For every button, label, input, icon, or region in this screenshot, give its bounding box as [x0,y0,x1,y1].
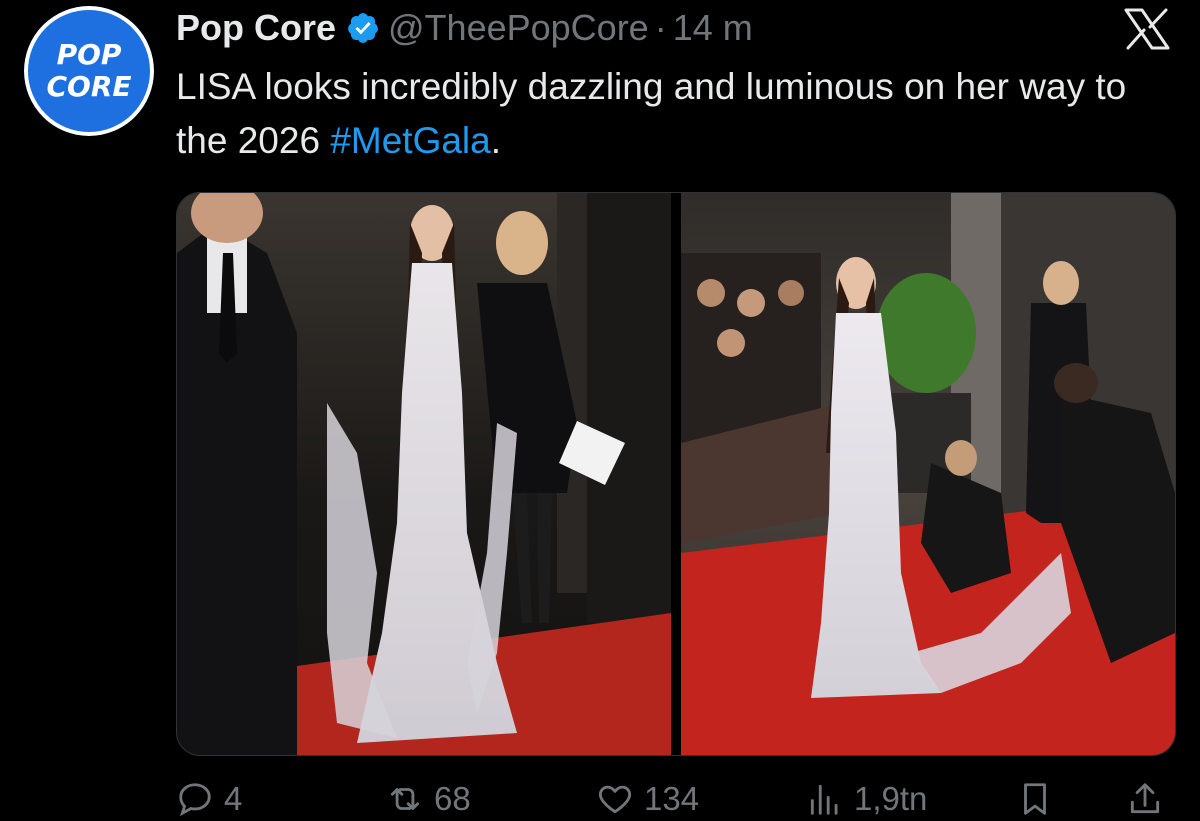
svg-text:CORE: CORE [46,70,131,103]
like-count: 134 [644,780,700,817]
photo-right[interactable] [681,193,1175,755]
handle[interactable]: @TheePopCore [388,7,649,49]
tweet-text-end: . [490,120,502,161]
separator: · [654,7,667,48]
photo-left[interactable] [177,193,671,755]
share-button[interactable] [1126,780,1164,818]
bookmark-icon [1016,780,1054,818]
tweet-header: Pop Core @TheePopCore · 14 m [176,4,753,52]
action-bar: 4 68 134 1,9tn [176,772,1176,821]
retweet-button[interactable]: 68 [386,780,471,818]
like-button[interactable]: 134 [596,780,699,818]
reply-count: 4 [224,780,243,817]
retweet-count: 68 [434,780,471,817]
retweet-icon [386,780,424,818]
pop-core-logo: POP CORE [24,6,154,136]
share-icon [1126,780,1164,818]
hashtag-link[interactable]: #MetGala [330,120,490,161]
x-logo-icon [1124,8,1170,50]
avatar[interactable]: POP CORE [24,6,154,136]
reply-button[interactable]: 4 [176,780,242,818]
views-count: 1,9tn [854,780,928,817]
tweet-text-body: LISA looks incredibly dazzling and lumin… [176,66,1127,161]
heart-icon [596,780,634,818]
tweet-media [176,192,1176,756]
views-icon [806,780,844,818]
verified-badge-icon[interactable] [346,11,380,45]
views-button[interactable]: 1,9tn [806,780,927,818]
timestamp[interactable]: 14 m [673,7,753,49]
tweet-text: LISA looks incredibly dazzling and lumin… [176,60,1176,168]
display-name[interactable]: Pop Core [176,7,336,49]
reply-icon [176,780,214,818]
bookmark-button[interactable] [1016,780,1054,818]
svg-text:POP: POP [57,38,122,71]
